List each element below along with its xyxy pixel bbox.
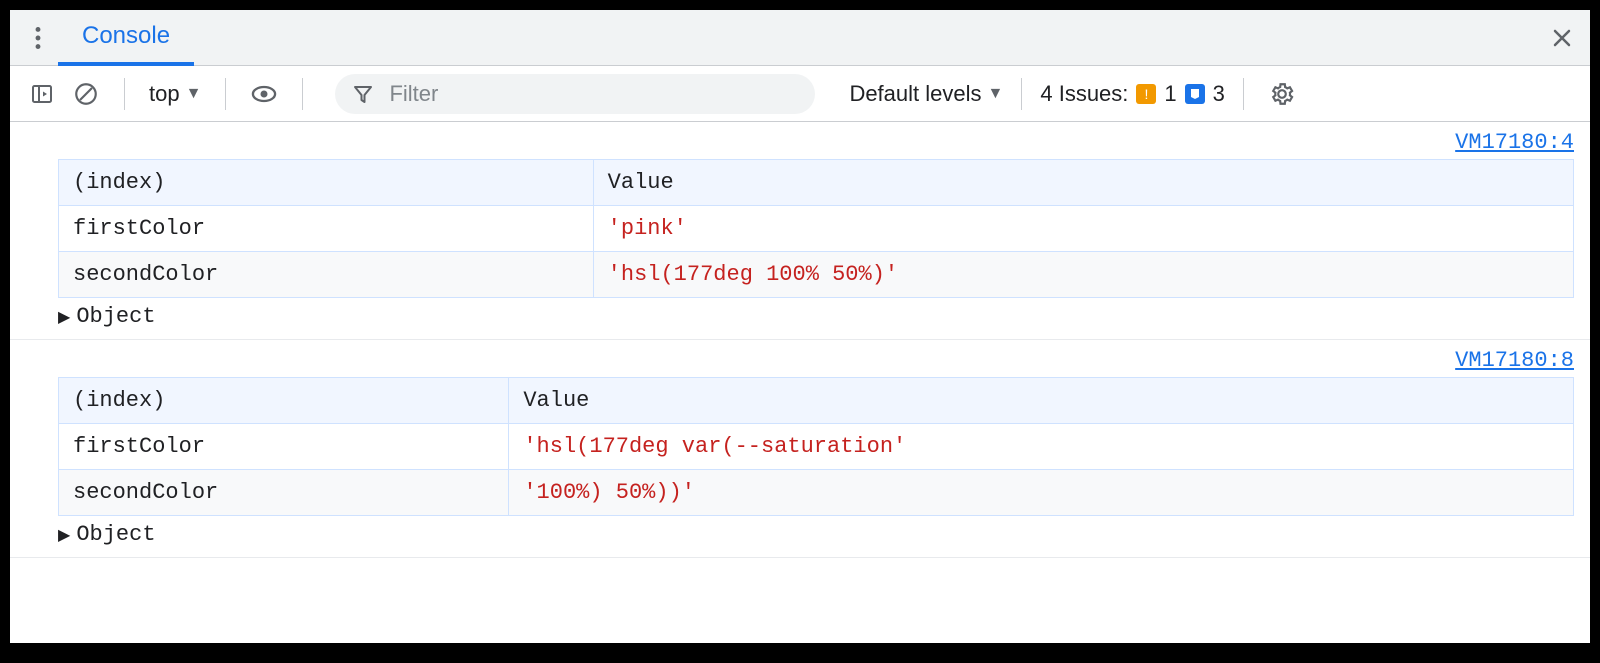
log-levels-selector[interactable]: Default levels ▼ [849, 81, 1003, 107]
devtools-window: Console top ▼ Default levels [10, 10, 1590, 643]
tab-console[interactable]: Console [58, 11, 194, 66]
col-index: (index) [59, 160, 594, 206]
cell-key: secondColor [59, 470, 509, 516]
cell-key: firstColor [59, 424, 509, 470]
cell-key: secondColor [59, 252, 594, 298]
cell-value: '100%) 50%))' [509, 470, 1574, 516]
cell-value: 'pink' [593, 206, 1573, 252]
cell-value: 'hsl(177deg var(--saturation' [509, 424, 1574, 470]
toolbar-divider [124, 78, 125, 110]
chevron-down-icon: ▼ [186, 85, 202, 103]
console-entry: VM17180:4 (index) Value firstColor 'pink… [10, 122, 1590, 340]
cell-value: 'hsl(177deg 100% 50%)' [593, 252, 1573, 298]
console-table: (index) Value firstColor 'pink' secondCo… [58, 159, 1574, 298]
toolbar-divider [302, 78, 303, 110]
object-expander[interactable]: ▶ Object [10, 516, 1590, 557]
console-table: (index) Value firstColor 'hsl(177deg var… [58, 377, 1574, 516]
table-row: firstColor 'pink' [59, 206, 1574, 252]
expand-label: Object [76, 522, 155, 547]
live-expression-button[interactable] [244, 74, 284, 114]
chevron-down-icon: ▼ [988, 85, 1004, 103]
table-row: secondColor 'hsl(177deg 100% 50%)' [59, 252, 1574, 298]
source-link-row: VM17180:4 [10, 122, 1590, 159]
filter-input[interactable] [387, 80, 797, 108]
expand-label: Object [76, 304, 155, 329]
warning-count: 1 [1164, 81, 1176, 107]
filter-box[interactable] [335, 74, 815, 114]
cell-key: firstColor [59, 206, 594, 252]
console-entry: VM17180:8 (index) Value firstColor 'hsl(… [10, 340, 1590, 558]
source-link-row: VM17180:8 [10, 340, 1590, 377]
expand-triangle-icon: ▶ [58, 307, 70, 327]
source-link[interactable]: VM17180:8 [1455, 348, 1574, 373]
console-toolbar: top ▼ Default levels ▼ 4 Issues: ! 1 3 [10, 66, 1590, 122]
settings-button[interactable] [1262, 74, 1302, 114]
table-row: secondColor '100%) 50%))' [59, 470, 1574, 516]
console-output: VM17180:4 (index) Value firstColor 'pink… [10, 122, 1590, 643]
context-label: top [149, 81, 180, 107]
expand-triangle-icon: ▶ [58, 525, 70, 545]
object-expander[interactable]: ▶ Object [10, 298, 1590, 339]
issues-button[interactable]: 4 Issues: ! 1 3 [1040, 81, 1225, 107]
toolbar-divider [1021, 78, 1022, 110]
levels-label: Default levels [849, 81, 981, 107]
close-button[interactable] [1542, 18, 1582, 58]
warning-badge-icon: ! [1136, 84, 1156, 104]
tab-bar: Console [10, 10, 1590, 66]
source-link[interactable]: VM17180:4 [1455, 130, 1574, 155]
col-index: (index) [59, 378, 509, 424]
table-row: firstColor 'hsl(177deg var(--saturation' [59, 424, 1574, 470]
issues-label: 4 Issues: [1040, 81, 1128, 107]
filter-icon [353, 84, 373, 104]
toolbar-divider [225, 78, 226, 110]
toggle-sidebar-button[interactable] [22, 74, 62, 114]
clear-console-button[interactable] [66, 74, 106, 114]
info-badge-icon [1185, 84, 1205, 104]
context-selector[interactable]: top ▼ [143, 81, 207, 107]
kebab-menu-button[interactable] [18, 18, 58, 58]
col-value: Value [509, 378, 1574, 424]
col-value: Value [593, 160, 1573, 206]
table-header-row: (index) Value [59, 160, 1574, 206]
table-header-row: (index) Value [59, 378, 1574, 424]
toolbar-divider [1243, 78, 1244, 110]
info-count: 3 [1213, 81, 1225, 107]
